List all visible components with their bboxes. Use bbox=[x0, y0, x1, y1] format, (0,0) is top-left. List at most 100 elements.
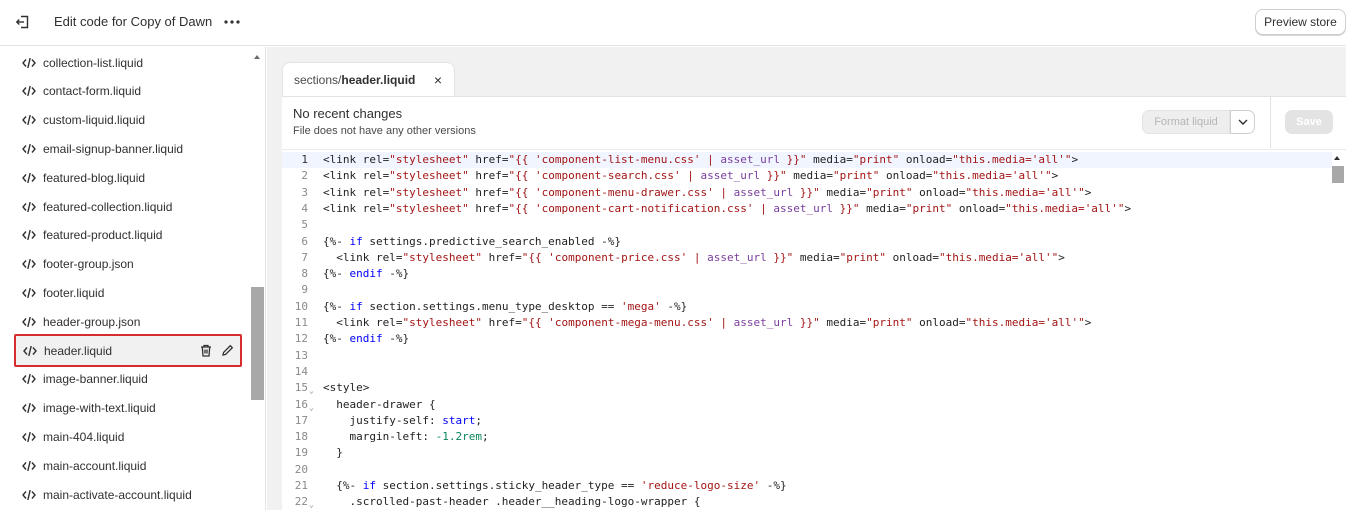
code-line[interactable]: 16 ⌄ header-drawer { bbox=[282, 397, 1332, 413]
code-line[interactable]: 11 <link rel="stylesheet" href="{{ 'comp… bbox=[282, 315, 1332, 331]
top-bar: Edit code for Copy of Dawn Preview store bbox=[0, 0, 1346, 46]
file-name: footer.liquid bbox=[43, 285, 105, 300]
code-text: <link rel="stylesheet" href="{{ 'compone… bbox=[323, 185, 1092, 199]
code-line[interactable]: 14 bbox=[282, 364, 1332, 380]
code-file-icon bbox=[22, 402, 43, 414]
pencil-icon[interactable] bbox=[220, 344, 234, 358]
code-file-icon bbox=[22, 85, 43, 97]
file-item[interactable]: footer.liquid bbox=[14, 279, 242, 306]
code-text: {%- endif -%} bbox=[323, 267, 410, 281]
trash-icon[interactable] bbox=[199, 344, 213, 358]
scroll-up-arrow-icon[interactable] bbox=[1333, 154, 1341, 162]
line-number: 14 bbox=[294, 364, 308, 378]
code-file-icon bbox=[22, 373, 43, 385]
file-sidebar[interactable]: collection-list.liquid contact-form.liqui… bbox=[0, 47, 266, 510]
code-line[interactable]: 20 bbox=[282, 462, 1332, 478]
save-button[interactable]: Save bbox=[1285, 110, 1333, 134]
tab-file: header.liquid bbox=[341, 72, 416, 87]
scroll-up-arrow-icon[interactable] bbox=[253, 53, 261, 61]
line-number: 5 bbox=[301, 218, 308, 232]
line-number: 8 bbox=[301, 267, 308, 281]
line-number: 6 bbox=[301, 234, 308, 248]
code-line[interactable]: 5 bbox=[282, 217, 1332, 233]
editor-area: sections/header.liquid × No recent chang… bbox=[267, 47, 1346, 510]
code-text: <link rel="stylesheet" href="{{ 'compone… bbox=[323, 201, 1132, 215]
file-name: header.liquid bbox=[44, 343, 113, 358]
more-actions-icon[interactable] bbox=[222, 12, 242, 32]
file-item[interactable]: email-signup-banner.liquid bbox=[14, 135, 242, 162]
file-item[interactable]: custom-liquid.liquid bbox=[14, 107, 242, 134]
code-line[interactable]: 21 {%- if section.settings.sticky_header… bbox=[282, 478, 1332, 494]
code-text: {%- if section.settings.sticky_header_ty… bbox=[323, 479, 787, 492]
file-item[interactable]: featured-product.liquid bbox=[14, 222, 242, 249]
code-line[interactable]: 19 } bbox=[282, 445, 1332, 461]
code-line[interactable]: 2 <link rel="stylesheet" href="{{ 'compon… bbox=[282, 168, 1332, 184]
file-name: featured-collection.liquid bbox=[43, 199, 173, 214]
code-line[interactable]: 4 <link rel="stylesheet" href="{{ 'compon… bbox=[282, 201, 1332, 217]
code-text: <link rel="stylesheet" href="{{ 'compone… bbox=[323, 250, 1065, 264]
code-text: header-drawer { bbox=[323, 397, 436, 411]
line-number: 16 bbox=[294, 397, 308, 411]
file-actions bbox=[199, 344, 234, 358]
code-line[interactable]: 17 justify-self: start; bbox=[282, 413, 1332, 429]
preview-store-button[interactable]: Preview store bbox=[1255, 9, 1346, 35]
code-line[interactable]: 7 <link rel="stylesheet" href="{{ 'compo… bbox=[282, 250, 1332, 266]
code-line[interactable]: 12 {%- endif -%} bbox=[282, 331, 1332, 347]
format-liquid-button[interactable]: Format liquid bbox=[1142, 110, 1230, 134]
file-item[interactable]: main-account.liquid bbox=[14, 452, 242, 479]
line-number: 3 bbox=[301, 185, 308, 199]
code-text: margin-left: -1.2rem; bbox=[323, 430, 489, 444]
file-name: image-banner.liquid bbox=[43, 372, 148, 387]
code-scrollbar[interactable] bbox=[1332, 166, 1344, 183]
code-text: <link rel="stylesheet" href="{{ 'compone… bbox=[323, 316, 1092, 329]
file-name: main-404.liquid bbox=[43, 429, 125, 444]
code-line[interactable]: 22 ⌄ .scrolled-past-header .header__headi… bbox=[282, 494, 1332, 510]
page-title: Edit code for Copy of Dawn bbox=[54, 14, 213, 29]
code-line[interactable]: 1 <link rel="stylesheet" href="{{ 'compon… bbox=[282, 152, 1332, 168]
tab-dir: sections/ bbox=[294, 72, 342, 87]
line-number: 1 bbox=[301, 153, 308, 166]
code-text: <link rel="stylesheet" href="{{ 'compone… bbox=[323, 169, 1059, 183]
file-item[interactable]: featured-blog.liquid bbox=[14, 164, 242, 191]
code-file-icon bbox=[22, 114, 43, 126]
exit-icon[interactable] bbox=[12, 11, 34, 33]
code-file-icon bbox=[22, 460, 43, 472]
fold-chevron-icon[interactable]: ⌄ bbox=[309, 497, 314, 510]
file-item[interactable]: header.liquid bbox=[14, 334, 242, 367]
code-line[interactable]: 9 bbox=[282, 282, 1332, 298]
code-line[interactable]: 18 margin-left: -1.2rem; bbox=[282, 429, 1332, 445]
file-item[interactable]: image-with-text.liquid bbox=[14, 395, 242, 422]
file-item[interactable]: collection-list.liquid bbox=[14, 49, 242, 76]
file-item[interactable]: footer-group.json bbox=[14, 251, 242, 278]
line-number: 17 bbox=[294, 413, 308, 427]
code-line[interactable]: 13 bbox=[282, 348, 1332, 364]
code-line[interactable]: 10 {%- if section.settings.menu_type_desk… bbox=[282, 299, 1332, 315]
code-line[interactable]: 15 ⌄ <style> bbox=[282, 380, 1332, 396]
file-item[interactable]: image-banner.liquid bbox=[14, 366, 242, 393]
line-number: 18 bbox=[294, 430, 308, 444]
file-item[interactable]: featured-collection.liquid bbox=[14, 193, 242, 220]
code-text: {%- if settings.predictive_search_enable… bbox=[323, 234, 622, 248]
code-line[interactable]: 8 {%- endif -%} bbox=[282, 266, 1332, 282]
file-name: header-group.json bbox=[43, 314, 141, 329]
chevron-down-icon[interactable] bbox=[1230, 110, 1255, 134]
code-line[interactable]: 6 {%- if settings.predictive_search_enabl… bbox=[282, 234, 1332, 250]
file-item[interactable]: main-404.liquid bbox=[14, 423, 242, 450]
file-item[interactable]: contact-form.liquid bbox=[14, 78, 242, 105]
sidebar-scrollbar[interactable] bbox=[251, 287, 264, 400]
file-name: footer-group.json bbox=[43, 257, 134, 272]
file-name: main-activate-account.liquid bbox=[43, 487, 192, 502]
line-number: 4 bbox=[301, 201, 308, 215]
file-item[interactable]: header-group.json bbox=[14, 308, 242, 335]
line-number: 15 bbox=[294, 381, 308, 395]
tab-header-liquid[interactable]: sections/header.liquid × bbox=[282, 62, 455, 96]
code-file-icon bbox=[22, 316, 43, 328]
line-number: 10 bbox=[294, 299, 308, 313]
line-number: 20 bbox=[294, 462, 308, 476]
code-line[interactable]: 3 <link rel="stylesheet" href="{{ 'compon… bbox=[282, 185, 1332, 201]
close-icon[interactable]: × bbox=[434, 72, 442, 88]
file-item[interactable]: main-activate-account.liquid bbox=[14, 481, 242, 508]
code-file-icon bbox=[22, 431, 43, 443]
code-editor[interactable]: 1 <link rel="stylesheet" href="{{ 'compon… bbox=[282, 149, 1346, 510]
file-name: image-with-text.liquid bbox=[43, 401, 156, 416]
